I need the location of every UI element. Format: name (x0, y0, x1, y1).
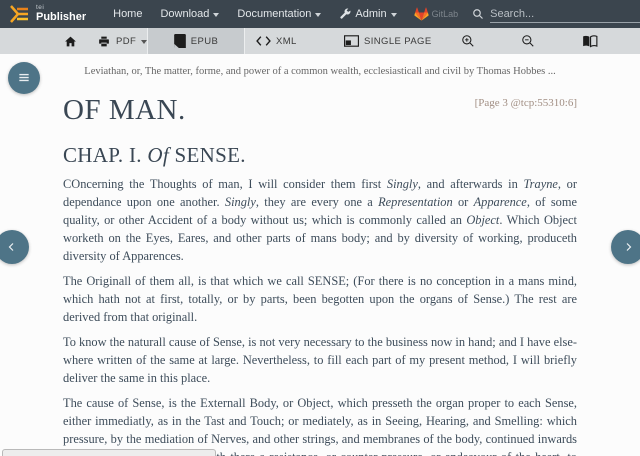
document-view: Leviathan, or, The matter, forme, and po… (0, 54, 640, 456)
zoom-out-button[interactable] (521, 28, 535, 54)
caret-down-icon (213, 13, 219, 17)
epub-button[interactable]: EPUB (147, 28, 245, 54)
gitlab-link[interactable]: GitLab (414, 7, 459, 21)
search-input[interactable] (490, 6, 640, 23)
chevron-right-icon (622, 241, 634, 253)
caret-down-icon (315, 13, 321, 17)
chevron-left-icon (6, 241, 18, 253)
xml-button[interactable]: XML (256, 28, 297, 54)
next-page-button[interactable] (611, 230, 640, 264)
chapter-heading: CHAP. I. Of SENSE. (63, 143, 577, 168)
gitlab-icon (414, 7, 429, 21)
search-area (472, 6, 640, 23)
page-title: OF MAN. (63, 94, 186, 127)
nav-download[interactable]: Download (160, 8, 219, 20)
home-button[interactable] (64, 28, 77, 54)
breadcrumb: Leviathan, or, The matter, forme, and po… (0, 54, 640, 77)
toc-list-icon (17, 71, 31, 85)
single-page-button[interactable]: SINGLE PAGE (344, 28, 432, 54)
zoom-in-icon (461, 34, 475, 48)
tei-publisher-logo[interactable]: tei Publisher (10, 5, 86, 23)
code-icon (256, 35, 271, 47)
brand-publisher: Publisher (36, 12, 86, 23)
paragraph: The Originall of them all, is that which… (63, 272, 577, 326)
single-page-icon (344, 35, 359, 47)
epub-book-icon (174, 34, 186, 48)
pdf-button[interactable]: PDF (97, 28, 147, 54)
zoom-in-button[interactable] (461, 28, 475, 54)
search-icon (472, 8, 484, 20)
reading-view-button[interactable] (582, 28, 598, 54)
app-window: tei Publisher Home Download Documentatio… (0, 0, 640, 456)
open-book-icon (582, 35, 598, 48)
page-break-ref: [Page 3 @tcp:55310:6] (475, 97, 577, 109)
nav-admin[interactable]: Admin (339, 8, 396, 20)
nav-home[interactable]: Home (113, 8, 142, 20)
caret-down-icon (391, 13, 397, 17)
publisher-chevron-icon (10, 5, 32, 23)
home-icon (64, 35, 77, 48)
document-toolbar: PDF EPUB XML SINGLE PAGE (0, 28, 640, 54)
document-body: OF MAN. [Page 3 @tcp:55310:6] CHAP. I. O… (63, 94, 577, 456)
zoom-out-icon (521, 34, 535, 48)
paragraph: COncerning the Thoughts of man, I will c… (63, 175, 577, 265)
nav-documentation[interactable]: Documentation (237, 8, 321, 20)
status-tooltip (2, 449, 216, 456)
wrench-icon (339, 8, 351, 20)
paragraph: The cause of Sense, is the Externall Bod… (63, 394, 577, 456)
paragraph: To know the naturall cause of Sense, is … (63, 333, 577, 387)
top-navbar: tei Publisher Home Download Documentatio… (0, 0, 640, 28)
printer-icon (97, 35, 111, 48)
toc-drawer-button[interactable] (8, 62, 40, 94)
gitlab-label: GitLab (432, 9, 459, 19)
